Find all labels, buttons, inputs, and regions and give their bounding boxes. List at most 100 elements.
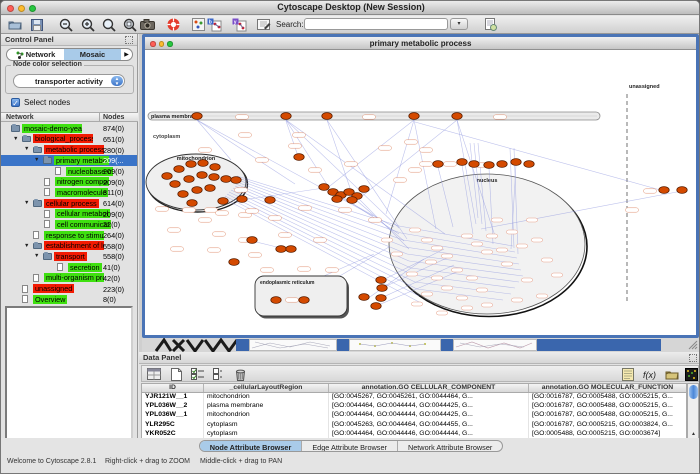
tab-network-attribute-browser[interactable]: Network Attribute Browser xyxy=(398,441,502,451)
tree-row-count: 558(0) xyxy=(103,252,124,261)
new-attribute-icon[interactable] xyxy=(167,367,185,381)
svg-text:b: b xyxy=(209,19,212,25)
column-header[interactable]: _cellularLayoutRegion xyxy=(204,384,329,392)
tab-edge-attribute-browser[interactable]: Edge Attribute Browser xyxy=(302,441,398,451)
select-attributes-icon[interactable] xyxy=(145,367,163,381)
snapshot-icon[interactable] xyxy=(139,17,156,32)
save-icon[interactable] xyxy=(28,17,45,32)
network-file-icon xyxy=(55,167,61,175)
tree-row-cell-communicat[interactable]: cell communicat22(0) xyxy=(1,219,137,230)
delete-attribute-icon[interactable] xyxy=(231,367,249,381)
table-row[interactable]: YJR121W__1mitochondrion[GO:0045267, GO:0… xyxy=(142,393,686,402)
annotation-import-icon[interactable] xyxy=(482,17,499,32)
attribute-checklist-icon[interactable] xyxy=(189,367,207,381)
search-input[interactable] xyxy=(304,18,448,30)
tree-row-count: 311(0) xyxy=(103,188,124,197)
expand-arrow-icon[interactable]: ▼ xyxy=(34,157,39,163)
resize-grip-icon[interactable] xyxy=(688,340,698,350)
tree-row-biological-process[interactable]: ▼biological_process651(0) xyxy=(1,134,137,145)
tree-row-count: 209(0) xyxy=(103,167,124,176)
tree-row-cellular-process[interactable]: ▼cellular process614(0) xyxy=(1,198,137,209)
search-options-dropdown[interactable]: ▾ xyxy=(450,18,468,30)
tree-row-count: 42(0) xyxy=(103,274,120,283)
tree-header-network: Network xyxy=(6,114,34,121)
tree-row-macromolecule[interactable]: macromolecule311(0) xyxy=(1,187,137,198)
layout-icon[interactable]: y xyxy=(231,17,248,32)
tree-row-response-to-stimulu[interactable]: response to stimulu264(0) xyxy=(1,230,137,241)
table-row[interactable]: YPL036W__2plasma membrane[GO:0044464, GO… xyxy=(142,402,686,411)
attribute-list-icon[interactable] xyxy=(619,367,637,381)
help-icon[interactable] xyxy=(165,17,182,32)
tree-row-nucleobase-c[interactable]: nucleobase-c209(0) xyxy=(1,166,137,177)
network-canvas[interactable]: plasma membranecytoplasmmitochondrionnuc… xyxy=(145,50,696,335)
tree-row-count: 22(0) xyxy=(103,220,120,229)
import-attributes-icon[interactable] xyxy=(663,367,681,381)
tree-row-unassigned[interactable]: unassigned223(0) xyxy=(1,283,137,294)
tree-row-mosaic-demo-yeast[interactable]: mosaic-demo-yeast874(0) xyxy=(1,123,137,134)
formula-builder-icon[interactable]: f(x) xyxy=(641,367,659,381)
expand-arrow-icon[interactable]: ▼ xyxy=(24,146,29,152)
column-header[interactable]: ID xyxy=(142,384,204,392)
birdseye-icon[interactable] xyxy=(190,17,207,32)
select-nodes-checkbox[interactable]: ✓ xyxy=(11,98,20,107)
tab-node-attribute-browser[interactable]: Node Attribute Browser xyxy=(200,441,303,451)
tree-row-metabolic-process[interactable]: ▼metabolic process280(0) xyxy=(1,144,137,155)
zoom-out-icon[interactable] xyxy=(57,17,74,32)
control-panel-title: Control Panel xyxy=(5,35,54,44)
column-header[interactable]: annotation.GO CELLULAR_COMPONENT xyxy=(329,384,529,392)
svg-text:mitochondrion: mitochondrion xyxy=(177,156,216,162)
network-view-frame[interactable]: primary metabolic process plasma membran… xyxy=(142,34,699,338)
unselect-attributes-icon[interactable] xyxy=(209,367,227,381)
float-panel-icon[interactable] xyxy=(689,354,697,362)
expand-arrow-icon[interactable]: ▼ xyxy=(13,136,18,142)
open-file-icon[interactable] xyxy=(6,17,23,32)
table-cell: mitochondrion xyxy=(204,411,329,420)
status-welcome: Welcome to Cytoscape 2.8.1 xyxy=(7,458,96,465)
color-attribute-dropdown[interactable]: transporter activity ▲▼ xyxy=(13,74,125,88)
tree-row-cellular-metabol[interactable]: cellular metabol209(0) xyxy=(1,209,137,220)
window-titlebar[interactable]: Cytoscape Desktop (New Session) xyxy=(1,1,700,15)
tree-row-establishment-of-lo[interactable]: ▼establishment of lo558(0) xyxy=(1,241,137,252)
network-file-icon xyxy=(44,178,50,186)
float-panel-icon[interactable] xyxy=(125,36,133,44)
matrix-view-icon[interactable] xyxy=(682,367,700,381)
tree-row-primary-metabo[interactable]: ▼primary metabo209(... xyxy=(1,155,137,166)
tree-row-count: 41(0) xyxy=(103,263,120,272)
zoom-fit-icon[interactable] xyxy=(100,17,117,32)
tab-network[interactable]: Network xyxy=(7,49,64,60)
folder-icon xyxy=(22,136,31,143)
birdseye-view-panel[interactable] xyxy=(5,306,133,450)
expand-arrow-icon[interactable]: ▼ xyxy=(34,253,39,259)
network-view-titlebar[interactable]: primary metabolic process xyxy=(145,37,696,50)
tab-overflow-arrow[interactable]: ▶ xyxy=(121,49,132,60)
zoom-in-icon[interactable] xyxy=(79,17,96,32)
status-hint-zoom: Right-click + drag to ZOOM xyxy=(105,458,190,465)
tree-row-overview[interactable]: Overview8(0) xyxy=(1,294,137,305)
expand-arrow-icon[interactable]: ▼ xyxy=(24,243,29,249)
tree-row-label: primary metabo xyxy=(54,156,109,165)
expand-arrow-icon[interactable]: ▼ xyxy=(24,200,29,206)
tree-row-secretion[interactable]: secretion41(0) xyxy=(1,262,137,273)
tree-row-count: 8(0) xyxy=(103,295,116,304)
main-toolbar: b y Search: ▾ xyxy=(1,16,700,34)
select-nodes-label: Select nodes xyxy=(24,98,70,107)
folder-icon xyxy=(33,147,42,154)
tree-row-nitrogen-compo[interactable]: nitrogen compo209(0) xyxy=(1,176,137,187)
scrollbar-thumb[interactable] xyxy=(689,385,698,399)
tree-row-transport[interactable]: ▼transport558(0) xyxy=(1,251,137,262)
tree-row-multi-organism-pro[interactable]: multi-organism pro42(0) xyxy=(1,273,137,284)
svg-text:f(x): f(x) xyxy=(643,370,656,380)
vizmapper-icon[interactable]: b xyxy=(206,17,223,32)
zoom-selected-icon[interactable] xyxy=(121,17,138,32)
tree-row-count: 223(0) xyxy=(103,285,124,294)
scroll-up-arrow[interactable]: ▲ xyxy=(689,431,698,437)
column-header[interactable]: annotation.GO MOLECULAR_FUNCTION xyxy=(529,384,686,392)
tree-row-count: 558(0) xyxy=(103,242,124,251)
tree-row-count: 280(0) xyxy=(103,146,124,155)
table-row[interactable]: YLR295Ccytoplasm[GO:0045263, GO:0044464,… xyxy=(142,421,686,430)
annotate-icon[interactable] xyxy=(255,17,272,32)
tree-row-count: 209(0) xyxy=(103,178,124,187)
background-frame-edge xyxy=(537,339,661,351)
tab-mosaic[interactable]: Mosaic xyxy=(64,49,121,60)
table-row[interactable]: YPL036W__1mitochondrion[GO:0044464, GO:0… xyxy=(142,411,686,420)
